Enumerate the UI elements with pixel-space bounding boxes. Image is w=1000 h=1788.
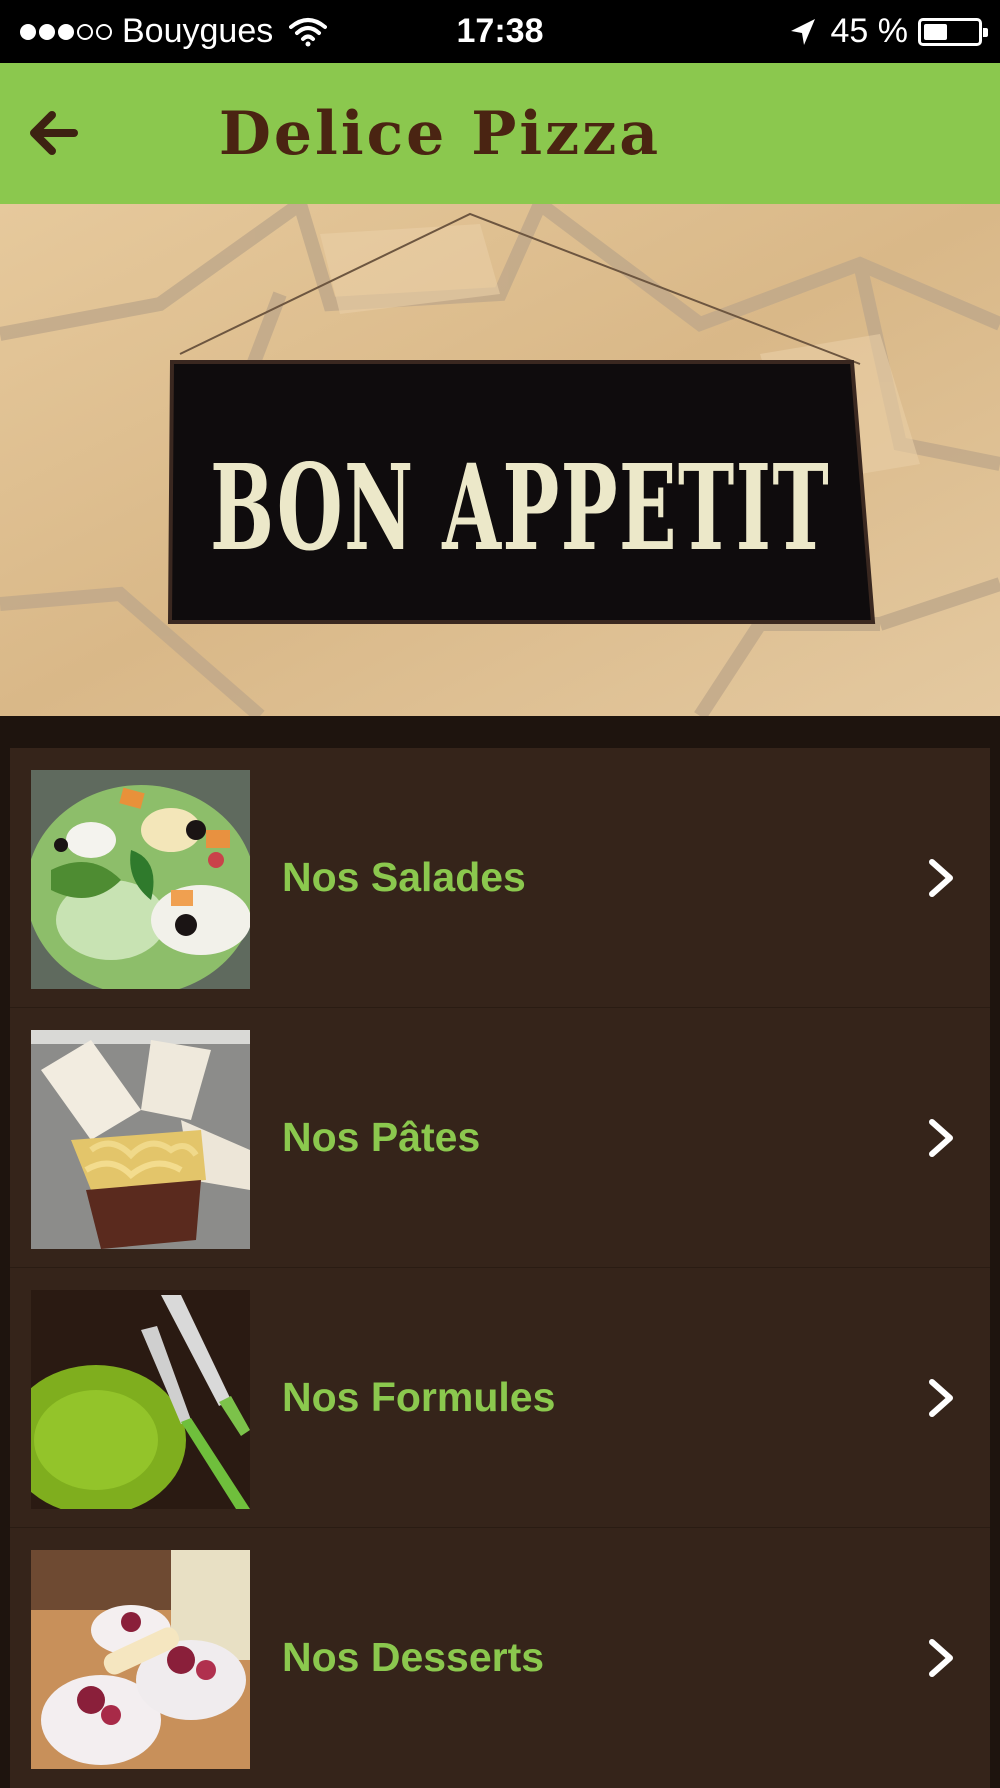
signal-dot [39, 23, 55, 40]
app-title: Delice Pizza [218, 98, 662, 169]
signal-dot [96, 23, 112, 40]
wifi-icon [289, 17, 328, 46]
menu-item-formules[interactable]: Nos Formules [10, 1268, 990, 1527]
menu-item-label: Nos Pâtes [282, 1114, 481, 1160]
status-bar: Bouygues 17:38 45 % [0, 0, 1000, 63]
chevron-right-icon [929, 1119, 953, 1157]
salad-photo [31, 770, 250, 989]
signal-dot [20, 23, 36, 40]
signal-dot [77, 23, 93, 40]
back-button[interactable] [26, 105, 82, 161]
battery-tip [983, 27, 988, 37]
hero-image: BON APPETIT [0, 204, 1000, 716]
signal-dot [58, 23, 74, 40]
battery-icon [918, 17, 988, 46]
menu-item-label: Nos Salades [282, 854, 526, 900]
menu-item-label: Nos Desserts [282, 1634, 545, 1680]
battery-percentage: 45 % [830, 12, 909, 50]
menu-list: Nos Salades Nos Pâtes Nos Formules Nos D… [10, 748, 990, 1788]
chevron-right-icon [929, 1379, 953, 1417]
hero-photo: BON APPETIT [0, 204, 1000, 716]
plate-cutlery-photo [31, 1290, 250, 1509]
navigation-bar: Delice Pizza [0, 63, 1000, 204]
menu-item-label: Nos Formules [282, 1374, 556, 1420]
dessert-cups-photo [31, 1550, 250, 1769]
carrier-name: Bouygues [122, 12, 274, 50]
menu-item-pates[interactable]: Nos Pâtes [10, 1008, 990, 1267]
pasta-box-photo [31, 1030, 250, 1249]
chevron-right-icon [929, 1639, 953, 1677]
chevron-right-icon [929, 859, 953, 897]
arrow-left-icon [30, 111, 78, 155]
status-bar-left: Bouygues [20, 0, 328, 63]
menu-item-desserts[interactable]: Nos Desserts [10, 1528, 990, 1787]
signal-strength-icon [20, 23, 112, 40]
location-arrow-icon [790, 18, 815, 45]
status-bar-right: 45 % [789, 0, 988, 63]
hero-sign-text: BON APPETIT [210, 438, 830, 577]
battery-level [924, 23, 947, 40]
menu-item-salades[interactable]: Nos Salades [10, 748, 990, 1007]
